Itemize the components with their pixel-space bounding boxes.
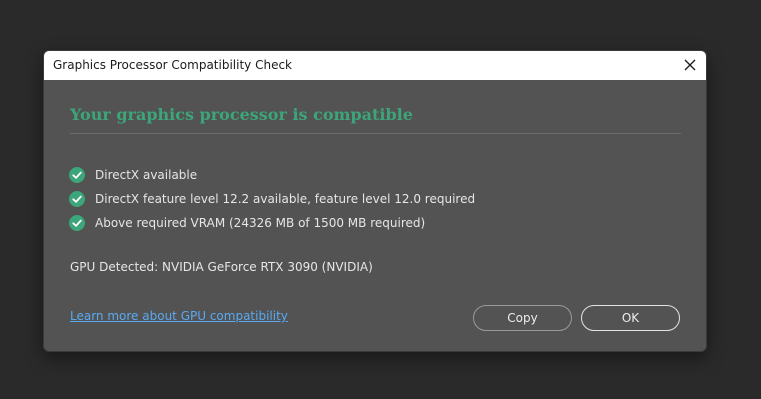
result-heading: Your graphics processor is compatible (70, 105, 413, 124)
ok-button[interactable]: OK (581, 305, 680, 331)
check-circle-icon (69, 191, 85, 207)
gpu-detected-text: GPU Detected: NVIDIA GeForce RTX 3090 (N… (70, 260, 373, 274)
check-circle-icon (69, 167, 85, 183)
compatibility-dialog: Graphics Processor Compatibility Check Y… (43, 50, 707, 352)
check-label: Above required VRAM (24326 MB of 1500 MB… (95, 216, 426, 230)
learn-more-link[interactable]: Learn more about GPU compatibility (70, 309, 288, 323)
close-icon (684, 59, 696, 71)
close-button[interactable] (674, 51, 706, 80)
window-title: Graphics Processor Compatibility Check (53, 58, 292, 72)
check-circle-icon (69, 215, 85, 231)
check-label: DirectX available (95, 168, 198, 182)
copy-button[interactable]: Copy (473, 305, 572, 331)
title-bar[interactable]: Graphics Processor Compatibility Check (44, 51, 706, 80)
check-label: DirectX feature level 12.2 available, fe… (95, 192, 476, 206)
heading-divider (70, 133, 681, 134)
